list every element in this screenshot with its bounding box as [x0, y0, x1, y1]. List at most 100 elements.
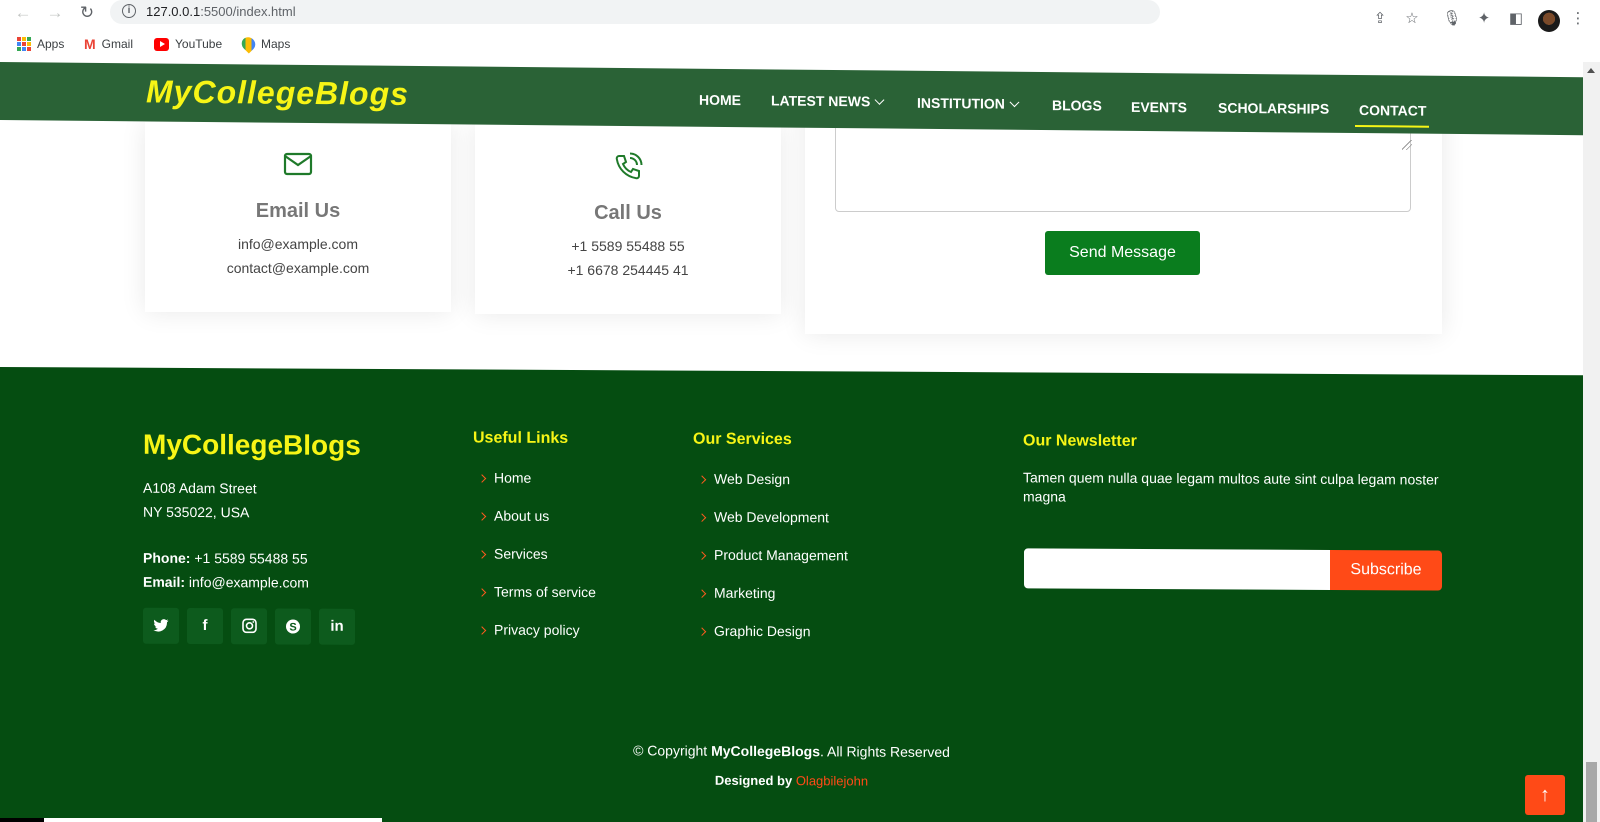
subscribe-button[interactable]: Subscribe	[1330, 549, 1442, 591]
chevron-down-icon	[1009, 97, 1020, 108]
share-icon[interactable]: ⇪	[1370, 9, 1390, 29]
link-label: Web Development	[714, 508, 829, 526]
chevron-right-icon	[477, 512, 487, 521]
reload-icon[interactable]: ↻	[76, 2, 98, 24]
gmail-icon: M	[84, 36, 96, 52]
nav-institution[interactable]: INSTITUTION	[917, 94, 1020, 112]
copyright-suffix: . All Rights Reserved	[819, 743, 950, 760]
bookmark-maps[interactable]: Maps	[238, 34, 291, 54]
active-nav-underline	[1355, 125, 1429, 128]
browser-toolbar: ← → ↻ i 127.0.0.1:5500/index.html ⇪ ☆ 🎙 …	[0, 0, 1600, 32]
link-label: Product Management	[714, 546, 848, 564]
footer-link-services[interactable]: Services	[477, 545, 548, 562]
site-footer: MyCollegeBlogs A108 Adam Street NY 53502…	[0, 367, 1583, 822]
site-info-icon[interactable]: i	[122, 4, 136, 18]
address-url: 127.0.0.1:5500/index.html	[146, 4, 296, 19]
bookmark-label: Apps	[37, 37, 65, 51]
back-arrow-icon[interactable]: ←	[12, 2, 34, 24]
copyright-prefix: © Copyright	[633, 742, 712, 759]
newsletter-text: Tamen quem nulla quae legam multos aute …	[1023, 469, 1439, 505]
send-message-button[interactable]: Send Message	[1045, 231, 1200, 275]
side-panel-icon[interactable]: ◧	[1506, 9, 1526, 29]
profile-avatar[interactable]	[1538, 10, 1560, 32]
instagram-icon[interactable]	[231, 608, 267, 645]
nav-label: INSTITUTION	[917, 94, 1005, 112]
link-label: Terms of service	[494, 583, 596, 601]
twitter-icon[interactable]	[143, 607, 179, 644]
link-label: Graphic Design	[714, 622, 811, 640]
service-web-development[interactable]: Web Development	[697, 508, 829, 526]
nav-latest-news[interactable]: LATEST NEWS	[771, 92, 885, 109]
service-product-management[interactable]: Product Management	[697, 546, 848, 564]
microphone-icon[interactable]: 🎙	[1442, 9, 1462, 29]
site-logo[interactable]: MyCollegeBlogs	[146, 73, 409, 113]
bookmark-label: Gmail	[101, 37, 134, 51]
bookmark-youtube[interactable]: YouTube	[154, 35, 222, 53]
page-scrollbar[interactable]	[1583, 62, 1600, 822]
link-label: About us	[494, 507, 550, 524]
bookmark-gmail[interactable]: M Gmail	[84, 35, 133, 53]
card-title: Call Us	[594, 202, 662, 224]
nav-scholarships[interactable]: SCHOLARSHIPS	[1218, 100, 1329, 117]
address-line: A108 Adam Street	[143, 479, 257, 497]
chevron-right-icon	[697, 589, 707, 598]
chevron-right-icon	[697, 513, 707, 522]
textarea-resize-handle[interactable]	[1402, 140, 1412, 150]
email-value: info@example.com	[188, 573, 309, 591]
card-line: +1 6678 254445 41	[567, 262, 689, 278]
footer-link-about[interactable]: About us	[477, 507, 550, 524]
facebook-icon[interactable]: f	[187, 607, 223, 645]
arrow-up-icon: ↑	[1540, 784, 1550, 806]
svg-text:S: S	[289, 622, 296, 634]
bottom-strip	[0, 818, 382, 822]
link-label: Privacy policy	[494, 621, 580, 639]
footer-phone: Phone: +1 5589 55488 55	[143, 546, 309, 571]
footer-link-terms[interactable]: Terms of service	[477, 583, 596, 601]
chevron-right-icon	[697, 475, 707, 484]
designer-link[interactable]: Olagbilejohn	[796, 773, 868, 788]
skype-icon[interactable]: S	[275, 608, 311, 645]
useful-links-heading: Useful Links	[473, 429, 569, 447]
bookmark-label: YouTube	[175, 37, 223, 51]
envelope-icon	[283, 152, 313, 176]
footer-link-home[interactable]: Home	[477, 470, 531, 486]
footer-link-privacy[interactable]: Privacy policy	[477, 621, 580, 639]
chevron-right-icon	[697, 627, 707, 636]
chevron-right-icon	[477, 626, 487, 635]
phone-icon	[615, 152, 643, 180]
card-title: Email Us	[255, 200, 341, 222]
card-line: info@example.com	[237, 236, 359, 252]
service-graphic-design[interactable]: Graphic Design	[697, 622, 811, 640]
address-line: NY 535022, USA	[143, 503, 250, 521]
nav-contact[interactable]: CONTACT	[1359, 102, 1426, 119]
bookmark-label: Maps	[261, 37, 291, 51]
youtube-icon	[154, 37, 169, 51]
scrollbar-thumb[interactable]	[1586, 762, 1597, 822]
footer-address: A108 Adam Street NY 535022, USA	[143, 476, 257, 525]
address-bar[interactable]: i 127.0.0.1:5500/index.html	[110, 0, 1160, 24]
extensions-icon[interactable]: ✦	[1474, 9, 1494, 29]
footer-email: Email: info@example.com	[143, 570, 309, 595]
bookmark-apps[interactable]: Apps	[17, 35, 64, 53]
service-marketing[interactable]: Marketing	[697, 584, 776, 602]
menu-dots-icon[interactable]: ⋮	[1568, 9, 1588, 29]
nav-home[interactable]: HOME	[699, 92, 741, 108]
copyright: © Copyright MyCollegeBlogs. All Rights R…	[0, 739, 1583, 763]
phone-label: Phone:	[143, 549, 191, 566]
forward-arrow-icon[interactable]: →	[44, 2, 66, 24]
scroll-up-arrow-icon[interactable]	[1587, 68, 1595, 73]
bookmark-star-icon[interactable]: ☆	[1402, 9, 1422, 29]
service-web-design[interactable]: Web Design	[697, 471, 790, 487]
back-to-top-button[interactable]: ↑	[1525, 775, 1565, 815]
link-label: Marketing	[714, 584, 776, 602]
nav-blogs[interactable]: BLOGS	[1052, 97, 1102, 113]
footer-contact: Phone: +1 5589 55488 55 Email: info@exam…	[143, 546, 309, 595]
copyright-brand: MyCollegeBlogs	[711, 742, 820, 760]
link-label: Services	[494, 545, 548, 562]
newsletter-email-input[interactable]	[1024, 548, 1331, 590]
linkedin-icon[interactable]: in	[319, 608, 355, 645]
nav-events[interactable]: EVENTS	[1131, 99, 1187, 116]
call-card: Call Us +1 5589 55488 55 +1 6678 254445 …	[475, 124, 781, 314]
designed-by-label: Designed by	[714, 772, 796, 789]
newsletter-heading: Our Newsletter	[1023, 432, 1137, 450]
